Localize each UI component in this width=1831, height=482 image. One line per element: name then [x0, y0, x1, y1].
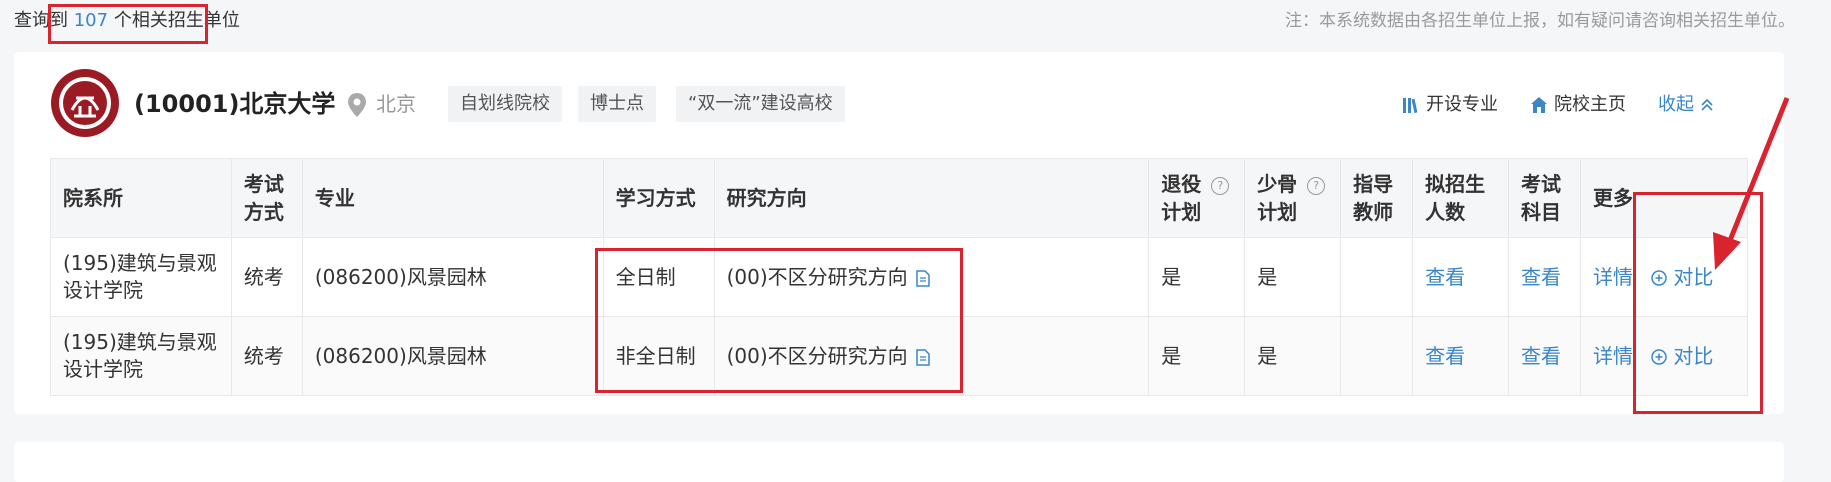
cell-major: (086200)风景园林	[301, 237, 604, 317]
col-exam-line1: 考试	[243, 172, 284, 196]
cell-department: (195)建筑与景观 设计学院	[50, 316, 232, 396]
col-major: 专业	[301, 158, 604, 238]
cell-exam-subjects: 查看	[1508, 316, 1582, 396]
tag-double-first-class: “双一流”建设高校	[676, 86, 845, 122]
open-majors-label: 开设专业	[1426, 94, 1498, 115]
cell-minority-plan: 是	[1244, 316, 1342, 396]
details-link[interactable]: 详情	[1593, 344, 1633, 368]
col-exam-mode: 考试 方式	[230, 158, 303, 238]
homepage-link[interactable]: 院校主页	[1530, 90, 1626, 120]
results-summary: 查询到 107 个相关招生单位 注：本系统数据由各招生单位上报，如有疑问请咨询相…	[14, 6, 1795, 36]
view-plan-link[interactable]: 查看	[1425, 344, 1465, 368]
highlight-box-study-mode	[595, 248, 963, 393]
col-planned-enrollment: 拟招生 人数	[1412, 158, 1510, 238]
cell-department: (195)建筑与景观 设计学院	[50, 237, 232, 317]
col-study-mode: 学习方式	[602, 158, 715, 238]
highlight-box-count	[48, 4, 208, 44]
university-header-links: 开设专业 院校主页 收起	[1402, 90, 1714, 120]
cell-exam-mode: 统考	[230, 316, 303, 396]
col-plan-line2: 人数	[1425, 200, 1466, 224]
help-icon[interactable]: ?	[1211, 176, 1230, 195]
homepage-label: 院校主页	[1554, 94, 1626, 115]
cell-planned-enrollment: 查看	[1412, 316, 1510, 396]
collapse-label: 收起	[1658, 94, 1694, 115]
tag-self-line: 自划线院校	[448, 86, 562, 122]
cell-retired-plan: 是	[1148, 316, 1246, 396]
university-location: 北京	[376, 92, 416, 116]
cell-retired-plan: 是	[1148, 237, 1246, 317]
tag-doctoral: 博士点	[578, 86, 656, 122]
house-icon	[1531, 97, 1547, 113]
col-minority-plan: 少骨? 计划	[1244, 158, 1342, 238]
col-exam-line2: 方式	[243, 200, 284, 224]
col-subjects-line1: 考试	[1521, 172, 1562, 196]
col-subjects-line2: 科目	[1521, 200, 1562, 224]
col-retired-plan: 退役? 计划	[1148, 158, 1246, 238]
table-header-row: 院系所 考试 方式 专业 学习方式 研究方向 退役? 计划 少骨? 计划 指导	[50, 158, 1748, 238]
dept-line1: (195)建筑与景观	[63, 330, 217, 354]
dept-line2: 设计学院	[63, 278, 143, 302]
next-university-card	[14, 442, 1784, 482]
col-department: 院系所	[50, 158, 232, 238]
col-minority-line1: 少骨	[1257, 172, 1298, 196]
location-pin-icon	[348, 93, 366, 117]
cell-exam-mode: 统考	[230, 237, 303, 317]
cell-minority-plan: 是	[1244, 237, 1342, 317]
view-plan-link[interactable]: 查看	[1425, 265, 1465, 289]
chevron-up-icon	[1701, 98, 1713, 111]
col-advisor: 指导 教师	[1340, 158, 1414, 238]
open-majors-link[interactable]: 开设专业	[1402, 90, 1498, 120]
details-link[interactable]: 详情	[1593, 265, 1633, 289]
university-name[interactable]: (10001)北京大学	[134, 88, 335, 120]
col-plan-line1: 拟招生	[1425, 172, 1486, 196]
col-minority-line2: 计划	[1257, 200, 1298, 224]
help-icon[interactable]: ?	[1307, 176, 1326, 195]
cell-major: (086200)风景园林	[301, 316, 604, 396]
cell-exam-subjects: 查看	[1508, 237, 1582, 317]
bookshelf-icon	[1403, 98, 1418, 114]
dept-line2: 设计学院	[63, 357, 143, 381]
col-advisor-line2: 教师	[1353, 200, 1394, 224]
col-retired-line2: 计划	[1161, 200, 1202, 224]
cell-advisor	[1340, 316, 1414, 396]
peking-university-logo	[51, 69, 119, 137]
view-subjects-link[interactable]: 查看	[1521, 265, 1561, 289]
col-exam-subjects: 考试 科目	[1508, 158, 1582, 238]
disclaimer-note: 注：本系统数据由各招生单位上报，如有疑问请咨询相关招生单位。	[1285, 11, 1795, 31]
highlight-box-compare	[1633, 192, 1763, 414]
col-advisor-line1: 指导	[1353, 172, 1394, 196]
view-subjects-link[interactable]: 查看	[1521, 344, 1561, 368]
dept-line1: (195)建筑与景观	[63, 251, 217, 275]
col-retired-line1: 退役	[1161, 172, 1202, 196]
col-research-direction: 研究方向	[713, 158, 1150, 238]
collapse-toggle[interactable]: 收起	[1658, 90, 1714, 120]
cell-planned-enrollment: 查看	[1412, 237, 1510, 317]
cell-advisor	[1340, 237, 1414, 317]
